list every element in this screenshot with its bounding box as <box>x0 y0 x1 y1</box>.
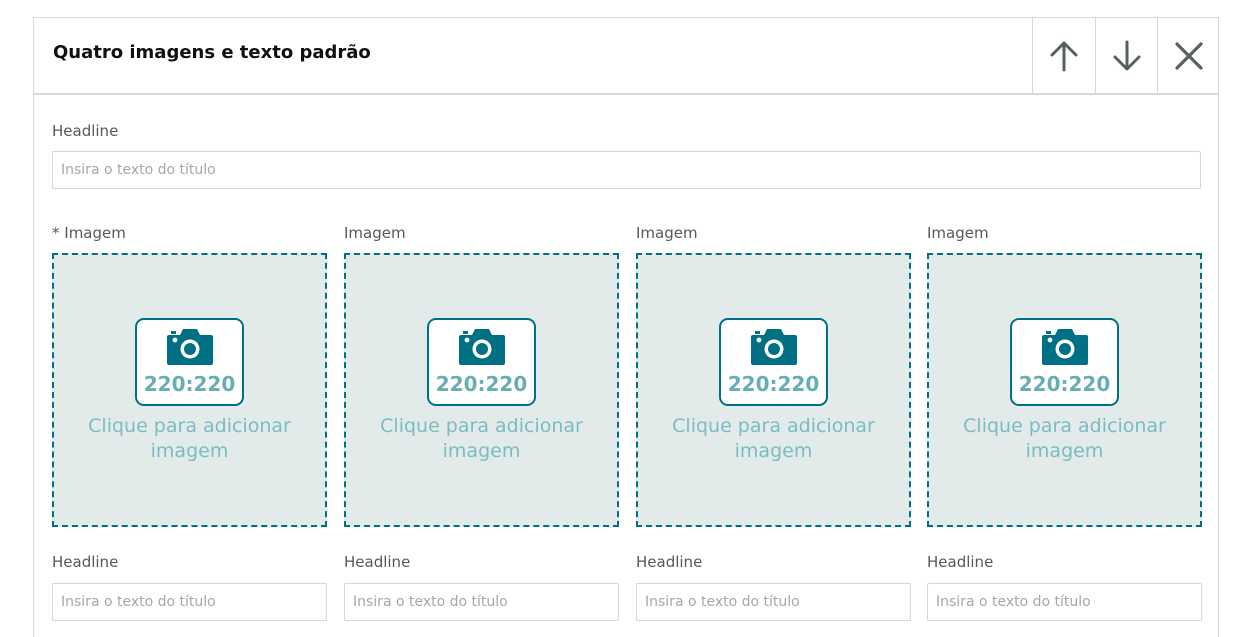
camera-icon <box>459 329 505 365</box>
image-headline-input[interactable] <box>927 583 1202 621</box>
image-headline-input[interactable] <box>52 583 327 621</box>
aspect-ratio-text: 220:220 <box>727 372 820 396</box>
headline-input[interactable] <box>52 151 1201 189</box>
image-placeholder-badge: 220:220 <box>719 318 828 406</box>
camera-icon <box>751 329 797 365</box>
move-down-button[interactable] <box>1095 18 1157 93</box>
upload-instruction: Clique para adicionar imagem <box>963 415 1166 462</box>
image-headline-label: Headline <box>52 553 119 571</box>
upload-instruction: Clique para adicionar imagem <box>380 415 583 462</box>
arrow-up-icon <box>1050 41 1077 71</box>
camera-icon <box>1042 329 1088 365</box>
image-label: Imagem <box>344 224 406 242</box>
aspect-ratio-text: 220:220 <box>1018 372 1111 396</box>
image-headline-input[interactable] <box>636 583 911 621</box>
image-upload-area[interactable]: 220:220 Clique para adicionar imagem <box>52 253 327 527</box>
image-headline-label: Headline <box>636 553 703 571</box>
image-upload-area[interactable]: 220:220 Clique para adicionar imagem <box>927 253 1202 527</box>
aspect-ratio-text: 220:220 <box>143 372 236 396</box>
aspect-ratio-text: 220:220 <box>435 372 528 396</box>
image-placeholder-badge: 220:220 <box>1010 318 1119 406</box>
upload-instruction: Clique para adicionar imagem <box>672 415 875 462</box>
image-headline-input[interactable] <box>344 583 619 621</box>
image-label: * Imagem <box>52 224 126 242</box>
image-upload-area[interactable]: 220:220 Clique para adicionar imagem <box>636 253 911 527</box>
module-title: Quatro imagens e texto padrão <box>53 42 371 63</box>
camera-icon <box>167 329 213 365</box>
image-label: Imagem <box>636 224 698 242</box>
image-placeholder-badge: 220:220 <box>135 318 244 406</box>
close-icon <box>1174 41 1203 70</box>
module-header: Quatro imagens e texto padrão <box>34 18 1219 95</box>
arrow-down-icon <box>1113 40 1140 70</box>
move-up-button[interactable] <box>1032 18 1094 93</box>
image-placeholder-badge: 220:220 <box>427 318 536 406</box>
image-headline-label: Headline <box>927 553 994 571</box>
remove-module-button[interactable] <box>1157 18 1219 93</box>
image-label: Imagem <box>927 224 989 242</box>
image-headline-label: Headline <box>344 553 411 571</box>
module-card: Quatro imagens e texto padrão Headline *… <box>33 17 1219 637</box>
headline-label: Headline <box>52 122 119 140</box>
upload-instruction: Clique para adicionar imagem <box>88 415 291 462</box>
image-upload-area[interactable]: 220:220 Clique para adicionar imagem <box>344 253 619 527</box>
